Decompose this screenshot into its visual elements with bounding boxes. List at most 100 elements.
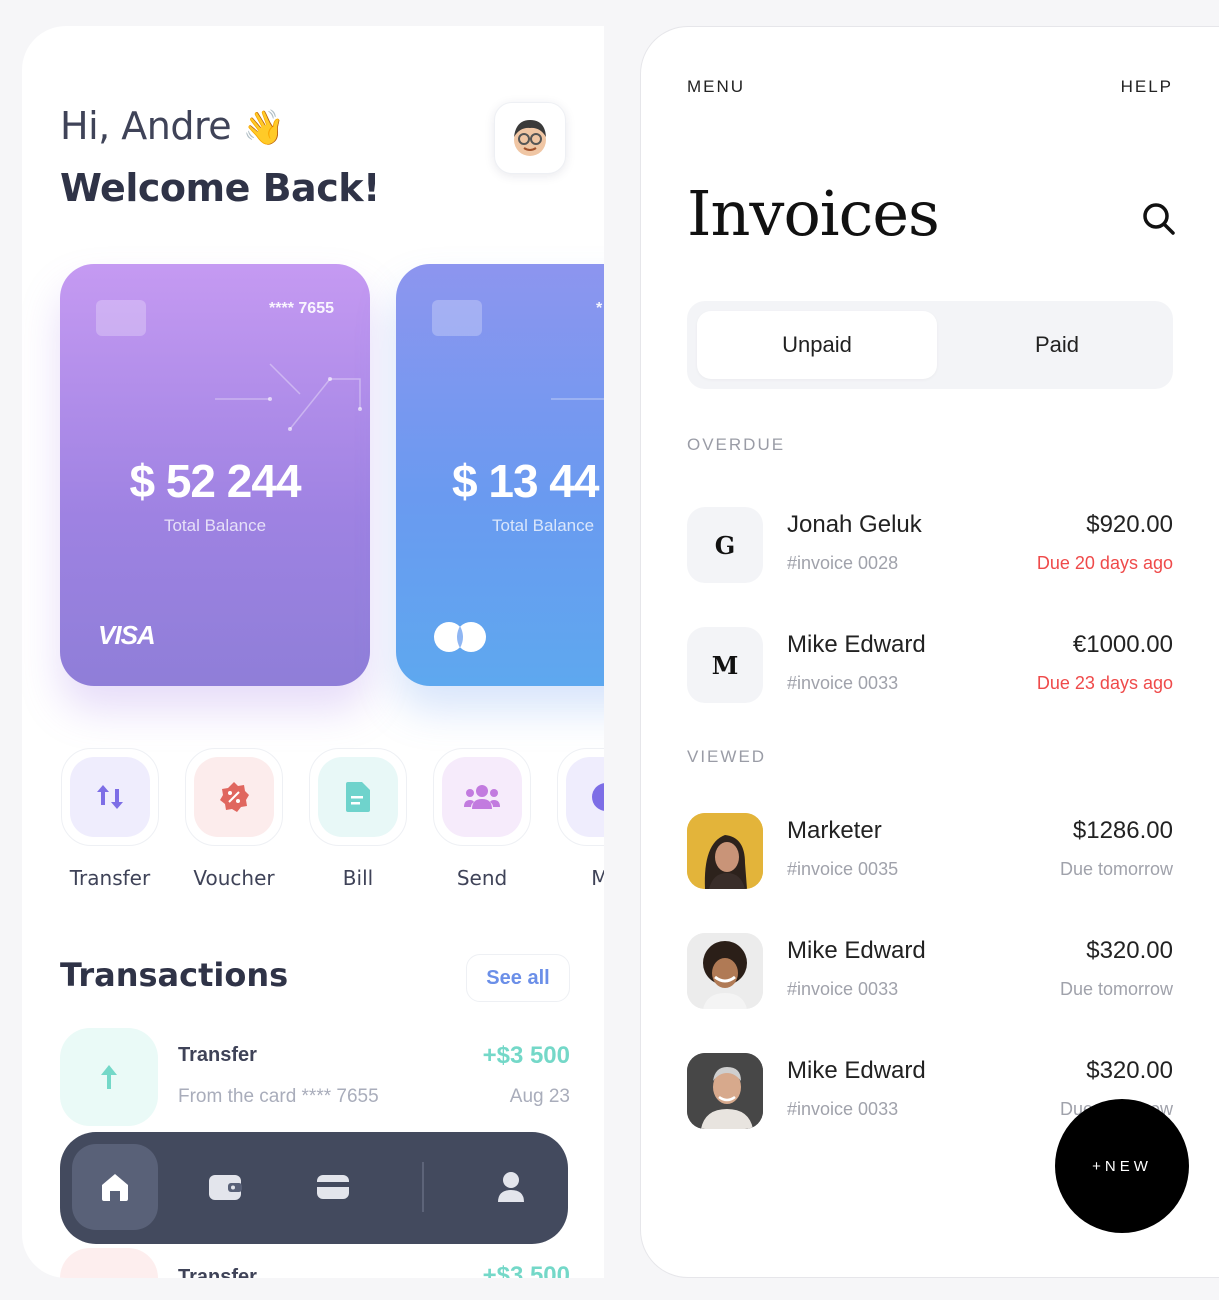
transaction-name: Transfer [178, 1044, 257, 1066]
action-inner [194, 757, 274, 837]
invoice-client: Mike Edward [787, 631, 926, 658]
transaction-name: Transfer [178, 1266, 257, 1278]
invoice-client: Marketer [787, 817, 882, 844]
search-button[interactable] [1139, 199, 1179, 239]
greeting-text: Hi, Andre [60, 104, 232, 148]
mastercard-icon [434, 622, 486, 652]
action-inner [442, 757, 522, 837]
invoices-screen: MENU HELP Invoices Unpaid Paid OVERDUE G… [640, 26, 1219, 1278]
menu-button[interactable]: MENU [687, 77, 745, 97]
invoice-row[interactable]: Mike Edward #invoice 0033 $320.00 Due to… [687, 933, 1173, 1009]
search-icon [1143, 203, 1175, 235]
invoice-avatar-photo [687, 933, 763, 1009]
action-label: Bill [342, 866, 374, 890]
nav-profile[interactable] [468, 1144, 554, 1230]
page-title: Invoices [687, 177, 940, 250]
invoice-number: #invoice 0033 [787, 979, 899, 999]
arrow-up-icon [101, 1065, 117, 1089]
wallet-screen: Hi, Andre 👋 Welcome Back! **** 7655 $ 52… [22, 26, 604, 1278]
person-photo-icon [687, 1053, 763, 1129]
action-ring [309, 748, 407, 846]
action-label: Mo [591, 866, 604, 890]
greeting: Hi, Andre 👋 [60, 104, 285, 148]
transfer-icon [97, 785, 123, 809]
invoice-due: Due tomorrow [1059, 859, 1173, 879]
action-inner [566, 757, 604, 837]
transfer-action[interactable]: Transfer [60, 748, 160, 890]
profile-avatar-button[interactable] [494, 102, 566, 174]
invoice-row[interactable]: G Jonah Geluk #invoice 0028 $920.00 Due … [687, 507, 1173, 583]
action-ring [185, 748, 283, 846]
voucher-icon [220, 782, 249, 812]
transaction-amount: +$3 500 [482, 1262, 570, 1278]
action-label: Transfer [69, 866, 151, 890]
nav-divider [422, 1162, 424, 1212]
invoice-number: #invoice 0028 [787, 553, 899, 573]
voucher-action[interactable]: Voucher [184, 748, 284, 890]
invoice-row[interactable]: Marketer #invoice 0035 $1286.00 Due tomo… [687, 813, 1173, 889]
card-mastercard[interactable]: * $ 13 44 Total Balance [396, 264, 604, 686]
invoice-avatar-photo [687, 813, 763, 889]
more-icon [592, 783, 604, 811]
invoice-number: #invoice 0035 [787, 859, 899, 879]
invoice-avatar-photo [687, 1053, 763, 1129]
invoice-amount: €1000.00 [1072, 631, 1173, 658]
action-label: Voucher [193, 866, 275, 890]
avatar [514, 120, 546, 156]
transaction-amount: +$3 500 [482, 1042, 570, 1069]
status-tabs: Unpaid Paid [687, 301, 1173, 389]
invoice-due: Due 23 days ago [1036, 673, 1173, 693]
invoice-avatar: G [687, 507, 763, 583]
send-icon [464, 785, 500, 809]
transaction-row[interactable]: Transfer From the card **** 7655 +$3 500… [60, 1028, 570, 1128]
more-action[interactable]: Mo [556, 748, 604, 890]
invoice-client: Mike Edward [787, 937, 926, 964]
invoice-due: Due tomorrow [1059, 979, 1173, 999]
transaction-icon [60, 1028, 158, 1126]
card-icon [317, 1175, 349, 1199]
card-balance: $ 13 44 [452, 455, 599, 507]
action-ring [61, 748, 159, 846]
transactions-title: Transactions [60, 956, 289, 994]
action-label: Send [456, 866, 508, 890]
tab-paid[interactable]: Paid [937, 311, 1177, 379]
bill-action[interactable]: Bill [308, 748, 408, 890]
see-all-button[interactable]: See all [466, 954, 570, 1002]
card-decoration [551, 398, 604, 400]
invoice-number: #invoice 0033 [787, 673, 899, 693]
section-label-viewed: VIEWED [687, 747, 767, 766]
card-number: **** 7655 [269, 300, 334, 317]
invoice-client: Jonah Geluk [787, 511, 922, 538]
invoice-client: Mike Edward [787, 1057, 926, 1084]
invoice-amount: $320.00 [1086, 1057, 1173, 1084]
new-invoice-button[interactable]: +NEW [1055, 1099, 1189, 1233]
card-chip-icon [432, 300, 482, 336]
transaction-row[interactable]: Transfer +$3 500 [60, 1248, 570, 1278]
welcome-title: Welcome Back! [60, 166, 380, 210]
card-decoration [215, 363, 362, 431]
transaction-subtitle: From the card **** 7655 [178, 1086, 379, 1107]
tab-unpaid[interactable]: Unpaid [697, 311, 937, 379]
bill-icon [346, 782, 370, 812]
action-inner [70, 757, 150, 837]
card-visa[interactable]: **** 7655 $ 52 244 Total Balance VISA [60, 264, 370, 686]
invoice-amount: $320.00 [1086, 937, 1173, 964]
wave-emoji-icon: 👋 [242, 108, 285, 148]
invoice-number: #invoice 0033 [787, 1099, 899, 1119]
wallet-icon [209, 1175, 242, 1200]
nav-home[interactable] [72, 1144, 158, 1230]
action-ring [557, 748, 604, 846]
invoice-avatar: M [687, 627, 763, 703]
card-number: * [596, 300, 603, 317]
nav-wallet[interactable] [182, 1144, 268, 1230]
transaction-icon [60, 1248, 158, 1278]
help-button[interactable]: HELP [1121, 77, 1173, 97]
invoice-amount: $1286.00 [1072, 817, 1173, 844]
section-label-overdue: OVERDUE [687, 435, 786, 454]
visa-logo: VISA [98, 620, 156, 650]
bottom-navbar [60, 1132, 568, 1244]
send-action[interactable]: Send [432, 748, 532, 890]
nav-cards[interactable] [290, 1144, 376, 1230]
invoice-row[interactable]: M Mike Edward #invoice 0033 €1000.00 Due… [687, 627, 1173, 703]
invoice-due: Due 20 days ago [1036, 553, 1173, 573]
